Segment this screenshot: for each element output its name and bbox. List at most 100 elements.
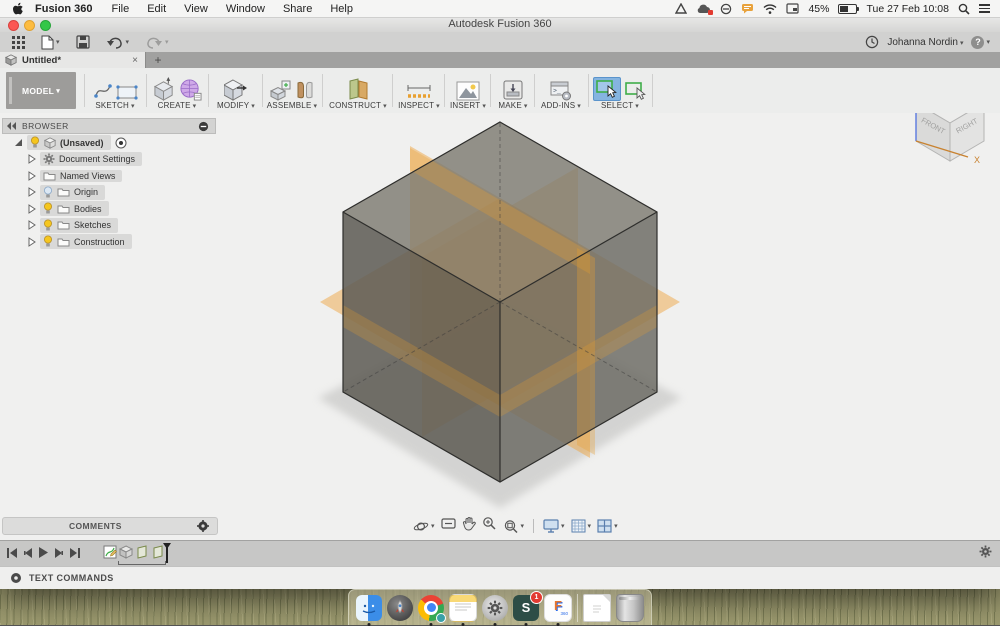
browser-panel-header[interactable]: BROWSER [2, 118, 216, 134]
menu-view[interactable]: View [175, 3, 217, 15]
expand-closed-icon[interactable] [28, 203, 36, 214]
dock-system-preferences-icon[interactable] [482, 594, 508, 626]
cloud-sync-icon[interactable] [696, 3, 714, 15]
save-button[interactable] [75, 35, 90, 49]
dock-chrome-icon[interactable] [418, 594, 446, 626]
grid-settings-tool[interactable] [571, 519, 592, 533]
dock-notes-icon[interactable] [449, 593, 477, 626]
activate-component-radio[interactable] [115, 137, 127, 149]
dock-launchpad-icon[interactable] [387, 594, 413, 621]
pan-tool[interactable] [462, 516, 476, 536]
apple-menu-icon[interactable] [12, 2, 25, 15]
expand-closed-icon[interactable] [28, 187, 36, 198]
timeline-step-forward-button[interactable] [54, 547, 64, 559]
ribbon-group-modify[interactable]: MODIFY [210, 70, 262, 111]
menu-help[interactable]: Help [321, 3, 362, 15]
zoom-window-button[interactable] [40, 20, 51, 31]
new-tab-button[interactable]: + [146, 52, 170, 68]
visibility-bulb-icon[interactable] [43, 235, 53, 248]
ribbon-group-inspect[interactable]: INSPECT [394, 70, 444, 111]
browser-row-bodies[interactable]: Bodies [0, 201, 142, 217]
visibility-bulb-icon[interactable] [43, 219, 53, 232]
document-tab[interactable]: Untitled* × [0, 52, 146, 68]
menu-window[interactable]: Window [217, 3, 274, 15]
viewcube[interactable]: TOP FRONT RIGHT Z X [902, 113, 998, 171]
menu-file[interactable]: File [102, 3, 138, 15]
comments-options-icon[interactable] [197, 520, 209, 532]
minimize-window-button[interactable] [24, 20, 35, 31]
ribbon-group-addins[interactable]: >_ ADD-INS [536, 70, 586, 111]
job-status-icon[interactable] [865, 35, 879, 49]
visibility-bulb-icon[interactable] [30, 136, 40, 149]
visibility-bulb-off-icon[interactable] [43, 186, 53, 199]
browser-row-named-views[interactable]: Named Views [0, 168, 142, 184]
viewports-tool[interactable] [597, 519, 618, 533]
spotlight-icon[interactable] [958, 3, 970, 15]
browser-row-sketches[interactable]: Sketches [0, 217, 142, 234]
data-panel-button[interactable] [12, 35, 25, 49]
help-button[interactable]: ? [971, 35, 990, 49]
viewport[interactable]: BROWSER (Unsaved) Document Settings Name… [0, 113, 1000, 540]
timeline-box-feature[interactable] [118, 545, 134, 559]
redo-button[interactable] [145, 36, 169, 49]
ribbon-group-create[interactable]: CREATE [150, 70, 204, 111]
timeline-playhead[interactable] [163, 543, 171, 563]
menu-share[interactable]: Share [274, 3, 321, 15]
ribbon-group-sketch[interactable]: SKETCH [88, 70, 142, 111]
select-window-tool[interactable] [592, 77, 621, 101]
zoom-tool[interactable] [482, 516, 497, 536]
file-menu-button[interactable] [41, 35, 60, 50]
ribbon-group-make[interactable]: MAKE [492, 70, 534, 111]
timeline-step-back-button[interactable] [23, 547, 33, 559]
drive-status-icon[interactable] [675, 3, 688, 14]
text-commands-bar[interactable]: TEXT COMMANDS [0, 566, 1000, 589]
timeline-go-end-button[interactable] [69, 547, 81, 559]
ribbon-group-select[interactable]: SELECT [592, 70, 648, 111]
expand-closed-icon[interactable] [28, 154, 36, 165]
timeline-go-start-button[interactable] [6, 547, 18, 559]
visibility-bulb-icon[interactable] [43, 202, 53, 215]
menubar-clock[interactable]: Tue 27 Feb 10:08 [866, 3, 949, 15]
dock-slack-icon[interactable]: S 1 [513, 590, 543, 626]
browser-row-origin[interactable]: Origin [0, 184, 142, 201]
fit-tool[interactable] [503, 519, 525, 534]
browser-row-construction[interactable]: Construction [0, 234, 142, 250]
dock-fusion360-icon[interactable]: F 360 [544, 593, 572, 626]
undo-button[interactable] [106, 36, 130, 49]
comments-bar[interactable]: COMMENTS [2, 517, 218, 535]
text-commands-icon[interactable] [10, 572, 22, 584]
timeline-sketch-feature[interactable] [103, 545, 117, 559]
close-window-button[interactable] [8, 20, 19, 31]
display-settings-tool[interactable] [543, 519, 565, 533]
browser-row-document-settings[interactable]: Document Settings [0, 152, 143, 168]
wifi-icon[interactable] [763, 3, 777, 14]
notification-center-icon[interactable] [979, 4, 990, 13]
orbit-tool[interactable] [413, 519, 435, 534]
ribbon-group-insert[interactable]: INSERT [446, 70, 490, 111]
timeline-settings-gear-icon[interactable] [979, 545, 992, 558]
ribbon-group-construct[interactable]: CONSTRUCT [326, 70, 390, 111]
collapse-browser-icon[interactable] [7, 122, 17, 130]
workspace-selector[interactable]: MODEL [6, 72, 76, 109]
dock-documents-icon[interactable] [583, 593, 611, 622]
menubar-app-name[interactable]: Fusion 360 [25, 3, 102, 15]
menu-edit[interactable]: Edit [138, 3, 175, 15]
expand-closed-icon[interactable] [28, 236, 36, 247]
dock-finder-icon[interactable] [356, 594, 382, 626]
window-titlebar[interactable]: Autodesk Fusion 360 [0, 16, 1000, 33]
timeline-play-button[interactable] [38, 546, 49, 559]
viewport-canvas[interactable] [0, 113, 1000, 540]
user-account-button[interactable]: Johanna Nordin [887, 37, 963, 48]
ribbon-group-assemble[interactable]: ASSEMBLE [264, 70, 320, 111]
display-menu-icon[interactable] [786, 3, 800, 14]
tab-close-icon[interactable]: × [132, 55, 138, 66]
browser-display-settings-icon[interactable] [198, 121, 209, 132]
expand-closed-icon[interactable] [28, 220, 36, 231]
browser-root-row[interactable]: (Unsaved) [0, 135, 142, 151]
timeline-plane-feature[interactable] [135, 545, 149, 559]
look-at-tool[interactable] [440, 517, 456, 535]
dock-trash-icon[interactable] [616, 593, 644, 622]
do-not-disturb-icon[interactable] [720, 3, 732, 15]
expand-open-icon[interactable] [14, 138, 23, 147]
chat-app-icon[interactable] [741, 3, 754, 14]
